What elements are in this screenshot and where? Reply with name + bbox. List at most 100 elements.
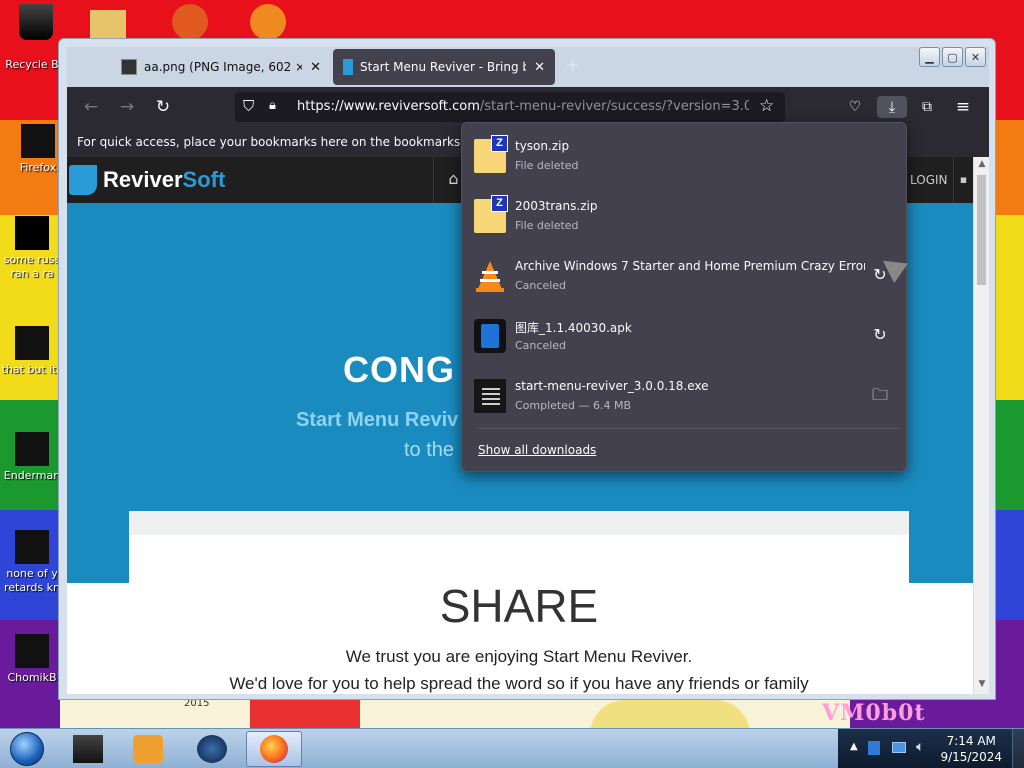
download-item[interactable]: start-menu-reviver_3.0.0.18.exe Complete… <box>470 367 898 425</box>
clock-date: 9/15/2024 <box>940 750 1002 764</box>
app-icon <box>15 634 49 668</box>
volume-icon[interactable]: 🔈︎ <box>916 739 924 755</box>
tab-reviver[interactable]: Start Menu Reviver - Bring back ✕ <box>333 49 555 85</box>
folder-icon[interactable]: 🗀︎ <box>868 383 892 407</box>
clock[interactable]: 7:14 AM 9/15/2024 <box>940 733 1002 765</box>
share-card: SHARE We trust you are enjoying Start Me… <box>129 511 909 694</box>
desktop-icon-enderman[interactable]: Enderman <box>0 432 64 483</box>
desktop-icon-recycle-bin[interactable]: Recycle B <box>0 58 64 72</box>
page-scrollbar[interactable]: ▲ ▼ <box>973 157 989 694</box>
taskbar-app-firefox[interactable] <box>246 731 302 767</box>
share-line-1: We trust you are enjoying Start Menu Rev… <box>345 647 693 666</box>
vlc-icon <box>474 259 506 293</box>
minimize-button[interactable]: ▁ <box>919 47 940 67</box>
logo-text: Reviver <box>103 167 183 192</box>
congrats-title: CONG <box>343 349 455 390</box>
scrollbar-thumb[interactable] <box>977 175 986 285</box>
maximize-button[interactable]: ▢ <box>942 47 963 67</box>
taskbar: ▲ 🔈︎ 7:14 AM 9/15/2024 <box>0 728 1024 768</box>
tray-icon[interactable] <box>868 741 880 755</box>
tray-icon[interactable]: ▲ <box>850 741 858 752</box>
close-tab-icon[interactable]: ✕ <box>534 60 545 75</box>
downloads-panel: tyson.zip File deleted 2003trans.zip Fil… <box>461 122 907 472</box>
pocket-icon[interactable]: ♡ <box>843 96 867 118</box>
desktop-icon-label: ChomikB <box>7 671 57 684</box>
reviversoft-logo[interactable]: Reviver Soft <box>69 165 225 195</box>
exe-icon <box>474 379 506 413</box>
reload-button[interactable]: ↻ <box>151 96 175 118</box>
show-desktop-button[interactable] <box>1012 729 1024 768</box>
divider <box>478 428 900 429</box>
desktop-icon-label: Recycle B <box>5 58 59 71</box>
desktop-icon-chomik[interactable]: ChomikB <box>0 634 64 685</box>
window-controls: ▁ ▢ ✕ <box>919 47 986 67</box>
download-status: Completed — 6.4 MB <box>515 399 632 412</box>
download-status: Canceled <box>515 339 567 352</box>
taskbar-app[interactable] <box>184 731 240 767</box>
logo-text-soft: Soft <box>182 167 226 192</box>
congrats-subtitle: Start Menu Reviv <box>296 409 459 431</box>
app-icon[interactable] <box>250 4 290 40</box>
desktop-icon-label: that but its <box>1 363 63 376</box>
url-bar[interactable]: ⛉ 🔒︎ https://www.reviversoft.com/start-m… <box>235 92 785 122</box>
close-tab-icon[interactable]: ✕ <box>310 60 321 75</box>
nav-bar: ← → ↻ ⛉ 🔒︎ https://www.reviversoft.com/s… <box>67 87 989 127</box>
apk-icon <box>474 319 506 353</box>
wallpaper-text: VM0b0t <box>822 700 926 726</box>
congrats-subtitle-2: to the <box>404 439 455 461</box>
document-icon <box>15 216 49 250</box>
forward-button[interactable]: → <box>115 96 139 118</box>
retry-icon[interactable]: ↻ <box>868 323 892 347</box>
share-line-2: We'd love for you to help spread the wor… <box>229 674 809 693</box>
recycle-bin-icon[interactable] <box>16 4 56 40</box>
downloads-button[interactable]: ⤓ <box>877 96 907 118</box>
app-icon <box>15 432 49 466</box>
start-button[interactable] <box>2 729 52 768</box>
download-name: start-menu-reviver_3.0.0.18.exe <box>515 379 709 393</box>
download-name: Archive Windows 7 Starter and Home Premi… <box>515 259 865 273</box>
media-player-icon <box>133 735 163 763</box>
app-icon <box>73 735 103 763</box>
app-icon[interactable] <box>172 4 212 40</box>
taskbar-app[interactable] <box>60 731 116 767</box>
desktop-icon-folder[interactable]: that but its <box>0 326 64 377</box>
desktop-icon-text[interactable]: none of y retards kn <box>0 530 64 595</box>
lock-icon[interactable]: 🔒︎ <box>269 98 276 113</box>
language-flag-icon[interactable]: ▪ <box>953 157 973 203</box>
back-button[interactable]: ← <box>79 96 103 118</box>
tab-bar: aa.png (PNG Image, 602 × 803 pixels) ✕ S… <box>67 47 989 87</box>
menu-icon[interactable]: ≡ <box>951 96 975 118</box>
desktop-icon-label: none of y retards kn <box>4 567 60 594</box>
download-status: Canceled <box>515 279 567 292</box>
zip-icon <box>474 195 508 233</box>
scroll-down-icon[interactable]: ▼ <box>974 679 989 689</box>
taskbar-app[interactable] <box>120 731 176 767</box>
clock-time: 7:14 AM <box>946 734 996 748</box>
globe-icon <box>197 735 227 763</box>
scroll-up-icon[interactable]: ▲ <box>974 159 989 169</box>
download-name: tyson.zip <box>515 139 570 153</box>
bookmark-star-icon[interactable]: ☆ <box>759 96 774 116</box>
firefox-icon <box>260 735 288 763</box>
close-window-button[interactable]: ✕ <box>965 47 986 67</box>
login-link[interactable]: LOGIN <box>903 157 951 203</box>
download-item[interactable]: Archive Windows 7 Starter and Home Premi… <box>470 247 898 305</box>
tab-image[interactable]: aa.png (PNG Image, 602 × 803 pixels) ✕ <box>111 49 331 85</box>
extensions-icon[interactable]: ⧉ <box>915 96 939 118</box>
desktop-icon-document[interactable]: some russ ran a ra <box>0 216 64 281</box>
download-status: File deleted <box>515 219 579 232</box>
show-all-downloads-button[interactable]: Show all downloads <box>478 443 596 457</box>
bookmarks-hint: For quick access, place your bookmarks h… <box>77 135 510 149</box>
download-item[interactable]: 图库_1.1.40030.apk Canceled ↻ <box>470 307 898 365</box>
download-item[interactable]: 2003trans.zip File deleted <box>470 187 898 245</box>
new-tab-button[interactable]: + <box>565 55 580 76</box>
network-icon[interactable] <box>892 742 906 753</box>
document-icon <box>15 530 49 564</box>
reviversoft-logo-icon <box>69 165 97 195</box>
shield-icon[interactable]: ⛉ <box>243 97 254 115</box>
download-name: 图库_1.1.40030.apk <box>515 321 632 335</box>
windows-orb-icon <box>10 732 44 766</box>
desktop-icon-label: Enderman <box>3 469 61 482</box>
download-status: File deleted <box>515 159 579 172</box>
download-item[interactable]: tyson.zip File deleted <box>470 127 898 185</box>
